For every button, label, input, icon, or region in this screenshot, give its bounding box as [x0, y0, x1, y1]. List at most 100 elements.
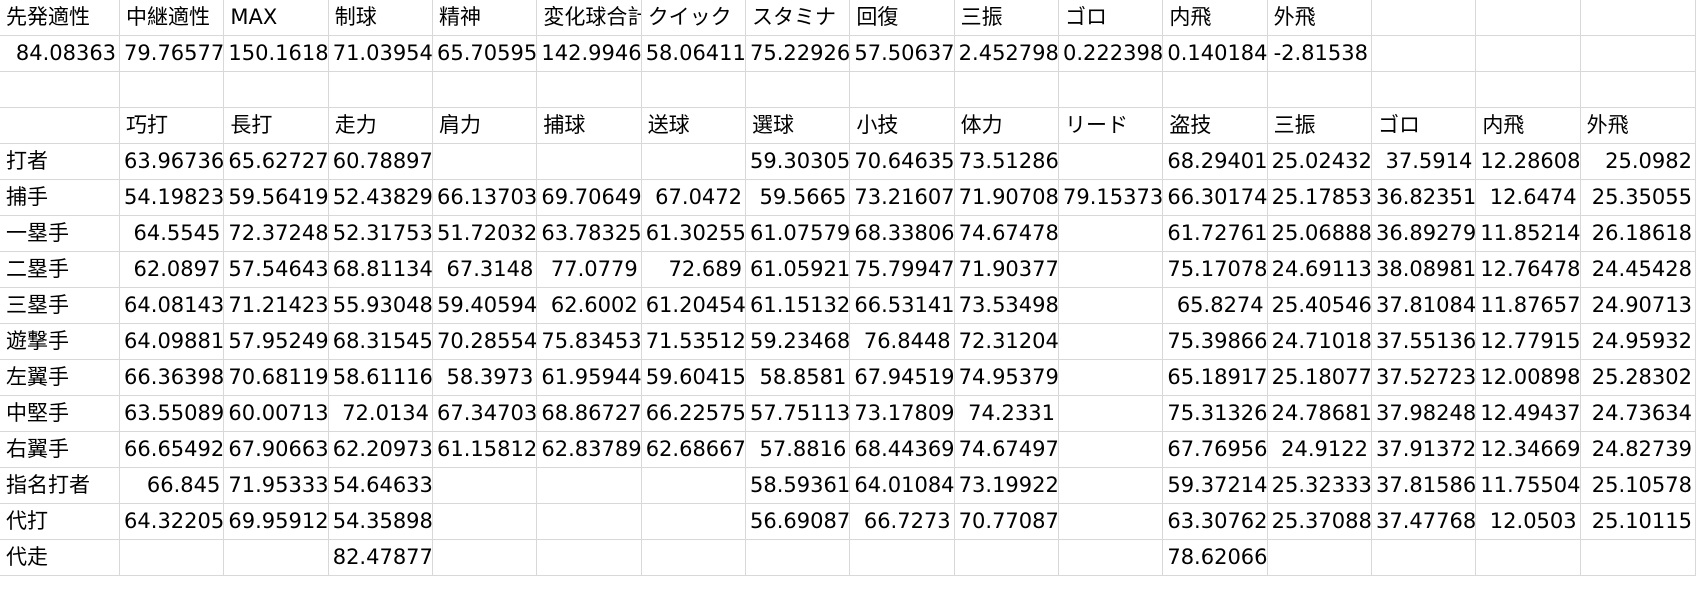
cell[interactable]: 70.77087: [954, 503, 1060, 540]
cell[interactable]: 25.06888: [1267, 215, 1372, 252]
cell[interactable]: 長打: [223, 107, 329, 144]
cell[interactable]: 66.7273: [849, 503, 955, 540]
cell[interactable]: [1371, 0, 1477, 36]
cell[interactable]: ゴロ: [1058, 0, 1164, 36]
cell[interactable]: 55.93048: [328, 287, 434, 324]
cell[interactable]: [536, 467, 642, 504]
cell[interactable]: 精神: [432, 0, 538, 36]
cell[interactable]: 24.69113: [1267, 251, 1372, 288]
cell[interactable]: 61.95944: [536, 359, 642, 396]
cell[interactable]: 57.8816: [745, 431, 851, 468]
cell[interactable]: 左翼手: [0, 359, 121, 396]
cell[interactable]: [641, 503, 747, 540]
cell[interactable]: [849, 539, 955, 576]
cell[interactable]: [641, 143, 747, 180]
cell[interactable]: 内飛: [1475, 107, 1581, 144]
cell[interactable]: 中継適性: [119, 0, 225, 36]
cell[interactable]: 先発適性: [0, 0, 121, 36]
cell[interactable]: 代打: [0, 503, 121, 540]
cell[interactable]: 59.23468: [745, 323, 851, 360]
cell[interactable]: 61.07579: [745, 215, 851, 252]
cell[interactable]: 67.76956: [1162, 431, 1268, 468]
cell[interactable]: 57.54643: [223, 251, 329, 288]
cell[interactable]: 24.73634: [1580, 395, 1696, 432]
cell[interactable]: 66.13703: [432, 179, 538, 216]
cell[interactable]: 小技: [849, 107, 955, 144]
cell[interactable]: [1580, 539, 1696, 576]
cell[interactable]: [1058, 431, 1164, 468]
cell[interactable]: 11.75504: [1475, 467, 1581, 504]
cell[interactable]: 25.18077: [1267, 359, 1372, 396]
cell[interactable]: 60.00713: [223, 395, 329, 432]
cell[interactable]: 65.18917: [1162, 359, 1268, 396]
cell[interactable]: 79.76577: [119, 35, 225, 72]
cell[interactable]: 74.2331: [954, 395, 1060, 432]
cell[interactable]: [432, 71, 538, 108]
cell[interactable]: [745, 71, 851, 108]
cell[interactable]: [1580, 35, 1696, 72]
cell[interactable]: 一塁手: [0, 215, 121, 252]
cell[interactable]: 84.08363: [0, 35, 121, 72]
cell[interactable]: 11.85214: [1475, 215, 1581, 252]
cell[interactable]: 150.1618: [223, 35, 329, 72]
cell[interactable]: 75.22926: [745, 35, 851, 72]
cell[interactable]: 外飛: [1580, 107, 1696, 144]
cell[interactable]: 67.34703: [432, 395, 538, 432]
cell[interactable]: 打者: [0, 143, 121, 180]
cell[interactable]: [223, 71, 329, 108]
cell[interactable]: -2.81538: [1267, 35, 1372, 72]
cell[interactable]: 外飛: [1267, 0, 1372, 36]
cell[interactable]: 37.5914: [1371, 143, 1477, 180]
cell[interactable]: 61.15812: [432, 431, 538, 468]
cell[interactable]: リード: [1058, 107, 1164, 144]
cell[interactable]: 12.76478: [1475, 251, 1581, 288]
cell[interactable]: [1580, 0, 1696, 36]
cell[interactable]: [1371, 539, 1477, 576]
cell[interactable]: 73.53498: [954, 287, 1060, 324]
cell[interactable]: 代走: [0, 539, 121, 576]
cell[interactable]: 75.17078: [1162, 251, 1268, 288]
cell[interactable]: 捕手: [0, 179, 121, 216]
cell[interactable]: [1475, 35, 1581, 72]
cell[interactable]: 60.78897: [328, 143, 434, 180]
cell[interactable]: 74.67497: [954, 431, 1060, 468]
cell[interactable]: 76.8448: [849, 323, 955, 360]
cell[interactable]: [849, 71, 955, 108]
cell[interactable]: 71.53512: [641, 323, 747, 360]
cell[interactable]: 59.60415: [641, 359, 747, 396]
cell[interactable]: [1058, 251, 1164, 288]
cell[interactable]: 三振: [954, 0, 1060, 36]
cell[interactable]: [432, 467, 538, 504]
cell[interactable]: 37.98248: [1371, 395, 1477, 432]
cell[interactable]: [432, 539, 538, 576]
cell[interactable]: 内飛: [1162, 0, 1268, 36]
cell[interactable]: [745, 539, 851, 576]
cell[interactable]: [1058, 503, 1164, 540]
cell[interactable]: 二塁手: [0, 251, 121, 288]
cell[interactable]: 71.95333: [223, 467, 329, 504]
cell[interactable]: 68.31545: [328, 323, 434, 360]
cell[interactable]: 75.39866: [1162, 323, 1268, 360]
cell[interactable]: 54.35898: [328, 503, 434, 540]
cell[interactable]: [1058, 71, 1164, 108]
cell[interactable]: 78.62066: [1162, 539, 1268, 576]
cell[interactable]: 24.71018: [1267, 323, 1372, 360]
cell[interactable]: 71.03954: [328, 35, 434, 72]
cell[interactable]: [536, 143, 642, 180]
cell[interactable]: 67.94519: [849, 359, 955, 396]
cell[interactable]: 62.20973: [328, 431, 434, 468]
cell[interactable]: [536, 71, 642, 108]
cell[interactable]: [432, 503, 538, 540]
cell[interactable]: 73.21607: [849, 179, 955, 216]
cell[interactable]: 中堅手: [0, 395, 121, 432]
cell[interactable]: 59.40594: [432, 287, 538, 324]
cell[interactable]: 12.77915: [1475, 323, 1581, 360]
cell[interactable]: [223, 539, 329, 576]
cell[interactable]: 36.89279: [1371, 215, 1477, 252]
cell[interactable]: [954, 71, 1060, 108]
cell[interactable]: 67.90663: [223, 431, 329, 468]
cell[interactable]: 盗技: [1162, 107, 1268, 144]
cell[interactable]: [1058, 323, 1164, 360]
cell[interactable]: 回復: [849, 0, 955, 36]
cell[interactable]: 25.02432: [1267, 143, 1372, 180]
